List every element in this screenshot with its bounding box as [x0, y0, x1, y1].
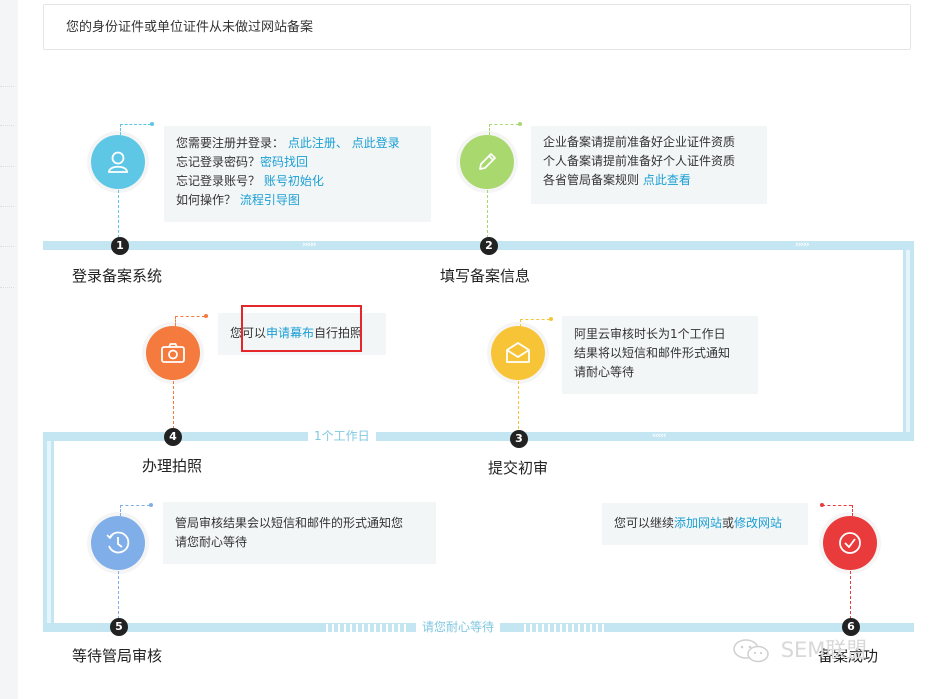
step-3-icon-circle: [491, 326, 545, 380]
connector: [520, 319, 521, 327]
add-site-link[interactable]: 添加网站: [674, 516, 722, 530]
connector: [487, 190, 488, 238]
wechat-icon: [733, 639, 769, 663]
step-4-title: 办理拍照: [142, 457, 203, 475]
divider: [0, 125, 14, 126]
track-row-1: [43, 241, 914, 250]
step-1-title: 登录备案系统: [72, 267, 163, 285]
track-dots: [520, 624, 606, 632]
step-4-number: 4: [164, 428, 182, 446]
connector: [520, 319, 550, 320]
step-5-info-box: 管局审核结果会以短信和邮件的形式通知您 请您耐心等待: [163, 502, 436, 564]
how-to-text: 如何操作？: [176, 193, 237, 207]
connector: [850, 571, 851, 619]
result-notify-note: 结果将以短信和邮件形式通知: [574, 346, 731, 360]
connector: [489, 124, 490, 135]
step-3-info-box: 阿里云审核时长为1个工作日 结果将以短信和邮件形式通知 请耐心等待: [562, 316, 758, 394]
register-link[interactable]: 点此注册: [288, 136, 336, 150]
bureau-notify-note: 管局审核结果会以短信和邮件的形式通知您: [175, 516, 404, 530]
flow-guide-link[interactable]: 流程引导图: [240, 193, 300, 207]
highlight-box: [241, 305, 362, 352]
user-icon: [108, 151, 128, 173]
account-init-link[interactable]: 账号初始化: [264, 174, 324, 188]
watermark: SEM联盟: [730, 634, 867, 664]
chevron-left-icon: ‹‹‹‹‹: [652, 431, 667, 441]
divider: [0, 287, 14, 288]
connector: [120, 124, 121, 135]
connector: [175, 316, 205, 317]
step-3-number: 3: [510, 430, 528, 448]
check-icon: [839, 532, 861, 554]
left-sidebar-edge: [0, 0, 18, 699]
step-2-icon-circle: [460, 135, 514, 189]
connector: [822, 505, 852, 506]
edit-site-link[interactable]: 修改网站: [734, 516, 782, 530]
password-recovery-link[interactable]: 密码找回: [260, 155, 308, 169]
connector: [173, 381, 174, 429]
login-link[interactable]: 点此登录: [352, 136, 400, 150]
or-text: 或: [722, 516, 735, 530]
forgot-password-text: 忘记登录密码？: [176, 155, 261, 169]
connector-dot: [150, 122, 154, 126]
province-rules-text: 各省管局备案规则: [543, 173, 640, 187]
register-text: 您需要注册并登录：: [176, 136, 285, 150]
connector-dot: [820, 503, 824, 507]
clock-icon: [106, 531, 130, 554]
track-dots: [322, 624, 408, 632]
review-duration-note: 阿里云审核时长为1个工作日: [574, 327, 726, 341]
step-5-icon-circle: [91, 516, 145, 570]
watermark-text: SEM联盟: [780, 638, 868, 662]
divider: [0, 86, 14, 87]
pencil-icon: [479, 153, 496, 170]
bureau-wait-note: 请您耐心等待: [175, 535, 248, 549]
connector: [518, 381, 519, 429]
connector: [120, 505, 150, 506]
step-6-icon-circle: [823, 516, 877, 570]
connector: [175, 316, 176, 326]
please-wait-note: 请耐心等待: [574, 365, 635, 379]
divider: [0, 246, 14, 247]
connector: [118, 571, 119, 619]
step-5-title: 等待管局审核: [72, 647, 163, 665]
connector: [120, 124, 151, 125]
track-label-please-wait: 请您耐心等待: [416, 619, 501, 635]
continue-text: 您可以继续: [614, 516, 675, 530]
step-2-title: 填写备案信息: [440, 267, 531, 285]
track-inner: [906, 250, 910, 432]
personal-note: 个人备案请提前准备好个人证件资质: [543, 154, 736, 168]
track-label-1-workday: 1个工作日: [308, 428, 376, 444]
connector-dot: [549, 317, 553, 321]
notice-banner: 您的身份证件或单位证件从未做过网站备案: [43, 4, 911, 50]
forgot-account-text: 忘记登录账号？: [176, 174, 261, 188]
connector-dot: [149, 503, 153, 507]
step-3-title: 提交初审: [488, 459, 549, 477]
connector: [120, 505, 121, 516]
step-1-number: 1: [111, 237, 129, 255]
step-1-info-box: 您需要注册并登录： 点此注册、 点此登录 忘记登录密码？密码找回 忘记登录账号？…: [164, 126, 431, 222]
divider: [0, 166, 14, 167]
enterprise-note: 企业备案请提前准备好企业证件资质: [543, 135, 736, 149]
step-2-number: 2: [480, 237, 498, 255]
connector-dot: [204, 314, 208, 318]
envelope-icon: [506, 342, 530, 363]
connector: [489, 124, 519, 125]
view-rules-link[interactable]: 点此查看: [643, 173, 691, 187]
track-inner: [47, 441, 51, 623]
connector-dot: [518, 122, 522, 126]
connector: [118, 190, 119, 238]
step-5-number: 5: [110, 618, 128, 636]
step-6-info-box: 您可以继续添加网站或修改网站: [602, 503, 808, 545]
divider: [0, 206, 14, 207]
chevron-right-icon: ›››››: [795, 240, 810, 250]
camera-icon: [161, 343, 185, 363]
connector: [852, 505, 853, 516]
step-1-icon-circle: [91, 135, 145, 189]
chevron-right-icon: ›››››: [302, 240, 317, 250]
separator: 、: [335, 136, 348, 150]
step-4-icon-circle: [146, 326, 200, 380]
step-2-info-box: 企业备案请提前准备好企业证件资质 个人备案请提前准备好个人证件资质 各省管局备案…: [531, 126, 767, 204]
